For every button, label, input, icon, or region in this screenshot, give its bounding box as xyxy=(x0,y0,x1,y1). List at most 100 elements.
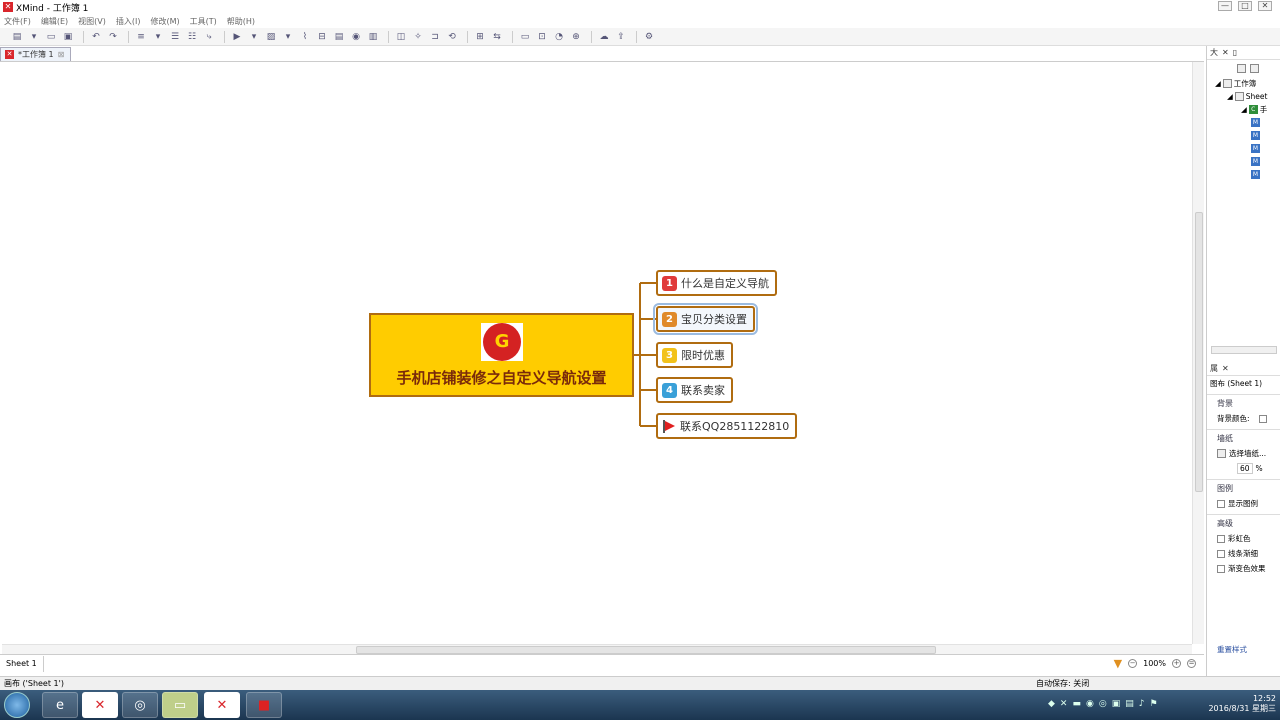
tray-xmind-icon[interactable]: ✕ xyxy=(1060,699,1068,709)
tray-security-icon[interactable]: ◎ xyxy=(1099,699,1107,709)
outline-row-topic[interactable]: M xyxy=(1207,116,1280,129)
section-legend[interactable]: 图例 xyxy=(1207,479,1280,496)
filter-icon[interactable]: ▼ xyxy=(1114,657,1122,670)
topic-1[interactable]: 1 什么是自定义导航 xyxy=(656,270,777,296)
attachment-icon[interactable]: ⌇ xyxy=(298,31,312,43)
rainbow-row[interactable]: 彩虹色 xyxy=(1207,531,1280,546)
choose-wallpaper-button[interactable]: 选择墙纸... xyxy=(1207,446,1280,461)
menu-help[interactable]: 帮助(H) xyxy=(227,16,255,27)
xmind-taskbar-icon[interactable]: ✕ xyxy=(204,692,240,718)
presentation-icon[interactable]: ▶ xyxy=(230,31,244,43)
undo-icon[interactable]: ↶ xyxy=(89,31,103,43)
show-legend-row[interactable]: 显示图例 xyxy=(1207,496,1280,511)
tab-close-icon[interactable]: ⊠ xyxy=(58,50,65,59)
recorder-icon[interactable]: ■ xyxy=(246,692,282,718)
scroll-thumb[interactable] xyxy=(1195,212,1203,492)
fit-icon[interactable]: ⊡ xyxy=(535,31,549,43)
zoom-in-icon[interactable]: + xyxy=(1172,659,1181,668)
topic-2[interactable]: 2 宝贝分类设置 xyxy=(653,303,758,335)
bg-color-swatch[interactable] xyxy=(1258,414,1267,423)
dropdown-icon[interactable]: ▾ xyxy=(247,31,261,43)
menu-view[interactable]: 视图(V) xyxy=(78,16,106,27)
section-background[interactable]: 背景 xyxy=(1207,394,1280,411)
tab-workbook[interactable]: ✕ *工作簿 1 ⊠ xyxy=(0,47,72,61)
close-icon[interactable]: ✕ xyxy=(1222,48,1229,57)
central-topic[interactable]: G 手机店铺装修之自定义导航设置 xyxy=(369,313,634,397)
outline-row-topic[interactable]: M xyxy=(1207,129,1280,142)
folder-icon[interactable]: ▭ xyxy=(162,692,198,718)
ie-icon[interactable]: e xyxy=(42,692,78,718)
close-icon[interactable]: ✕ xyxy=(1222,364,1229,373)
topic-5[interactable]: 联系QQ2851122810 xyxy=(656,413,798,439)
layout-icon[interactable]: ⊞ xyxy=(473,31,487,43)
start-button[interactable] xyxy=(4,692,30,718)
taper-checkbox[interactable] xyxy=(1217,549,1225,558)
image-icon[interactable]: ▨ xyxy=(264,31,278,43)
tray-window-icon[interactable]: ▣ xyxy=(1112,699,1121,709)
vertical-scrollbar[interactable] xyxy=(1192,62,1204,644)
expand-icon[interactable]: ◢ xyxy=(1227,92,1233,101)
topic-4[interactable]: 4 联系卖家 xyxy=(656,377,733,403)
menu-tools[interactable]: 工具(T) xyxy=(190,16,217,27)
gradient-row[interactable]: 渐变色效果 xyxy=(1207,561,1280,576)
outline-row-central[interactable]: ◢ C 手 xyxy=(1207,103,1280,116)
fit-zoom-icon[interactable]: = xyxy=(1187,659,1196,668)
open-folder-icon[interactable]: ▭ xyxy=(44,31,58,43)
expand-icon[interactable]: ◢ xyxy=(1241,105,1247,114)
rainbow-checkbox[interactable] xyxy=(1217,534,1225,543)
outline-mode-icon[interactable] xyxy=(1250,64,1259,73)
label-icon[interactable]: ◉ xyxy=(349,31,363,43)
menu-modify[interactable]: 修改(M) xyxy=(150,16,179,27)
expand-icon[interactable]: ◢ xyxy=(1215,79,1221,88)
scroll-thumb[interactable] xyxy=(356,646,936,654)
new-icon[interactable]: ▤ xyxy=(10,31,24,43)
dropdown-icon[interactable]: ▾ xyxy=(281,31,295,43)
app-icon[interactable]: ✕ xyxy=(82,692,118,718)
tray-network-icon[interactable]: ▤ xyxy=(1125,699,1134,709)
dropdown-icon[interactable]: ▾ xyxy=(27,31,41,43)
gradient-checkbox[interactable] xyxy=(1217,564,1225,573)
summary-icon[interactable]: ⊐ xyxy=(428,31,442,43)
marker-icon[interactable]: ▥ xyxy=(366,31,380,43)
window-icon[interactable]: ▭ xyxy=(518,31,532,43)
export-icon[interactable]: ⇪ xyxy=(614,31,628,43)
reset-style-link[interactable]: 重置样式 xyxy=(1217,644,1247,655)
autosave-status[interactable]: 自动保存: 关闭 xyxy=(1036,677,1089,690)
topic-3[interactable]: 3 限时优惠 xyxy=(656,342,733,368)
tray-chat-icon[interactable]: ▬ xyxy=(1072,699,1081,709)
horizontal-scrollbar[interactable] xyxy=(2,644,1192,654)
zoom-reset-icon[interactable]: ◔ xyxy=(552,31,566,43)
tray-volume-icon[interactable]: ♪ xyxy=(1139,699,1145,709)
section-advanced[interactable]: 高级 xyxy=(1207,514,1280,531)
zoom-out-icon[interactable]: − xyxy=(1128,659,1138,668)
outline-hscroll[interactable] xyxy=(1211,346,1277,354)
show-legend-checkbox[interactable] xyxy=(1217,499,1225,508)
outline-row-topic[interactable]: M xyxy=(1207,155,1280,168)
notes-icon[interactable]: ▤ xyxy=(332,31,346,43)
menu-edit[interactable]: 编辑(E) xyxy=(41,16,68,27)
idea-icon[interactable]: ✧ xyxy=(411,31,425,43)
outline-view-icon[interactable] xyxy=(1237,64,1246,73)
dropdown-icon[interactable]: ▾ xyxy=(151,31,165,43)
panel-view-icon[interactable]: ▯ xyxy=(1233,48,1237,57)
taper-row[interactable]: 线条渐细 xyxy=(1207,546,1280,561)
tray-flag-icon[interactable]: ⚑ xyxy=(1149,699,1157,709)
tray-app-icon[interactable]: ◉ xyxy=(1086,699,1094,709)
boundary-icon[interactable]: ◫ xyxy=(394,31,408,43)
redo-icon[interactable]: ↷ xyxy=(106,31,120,43)
clock[interactable]: 12:52 2016/8/31 星期三 xyxy=(1208,694,1276,714)
minimize-button[interactable]: — xyxy=(1218,1,1232,11)
close-button[interactable]: ✕ xyxy=(1258,1,1272,11)
share-icon[interactable]: ☁ xyxy=(597,31,611,43)
menu-insert[interactable]: 插入(I) xyxy=(116,16,141,27)
drill-icon[interactable]: ⟲ xyxy=(445,31,459,43)
maximize-button[interactable]: □ xyxy=(1238,1,1252,11)
sheet-tab[interactable]: Sheet 1 xyxy=(0,655,44,672)
section-wallpaper[interactable]: 墙纸 xyxy=(1207,429,1280,446)
topic-icon[interactable]: ≡ xyxy=(134,31,148,43)
outline-row-topic[interactable]: M xyxy=(1207,168,1280,181)
subtopic-icon[interactable]: ☰ xyxy=(168,31,182,43)
hyperlink-icon[interactable]: ⊟ xyxy=(315,31,329,43)
save-icon[interactable]: ▣ xyxy=(61,31,75,43)
outline-row-topic[interactable]: M xyxy=(1207,142,1280,155)
